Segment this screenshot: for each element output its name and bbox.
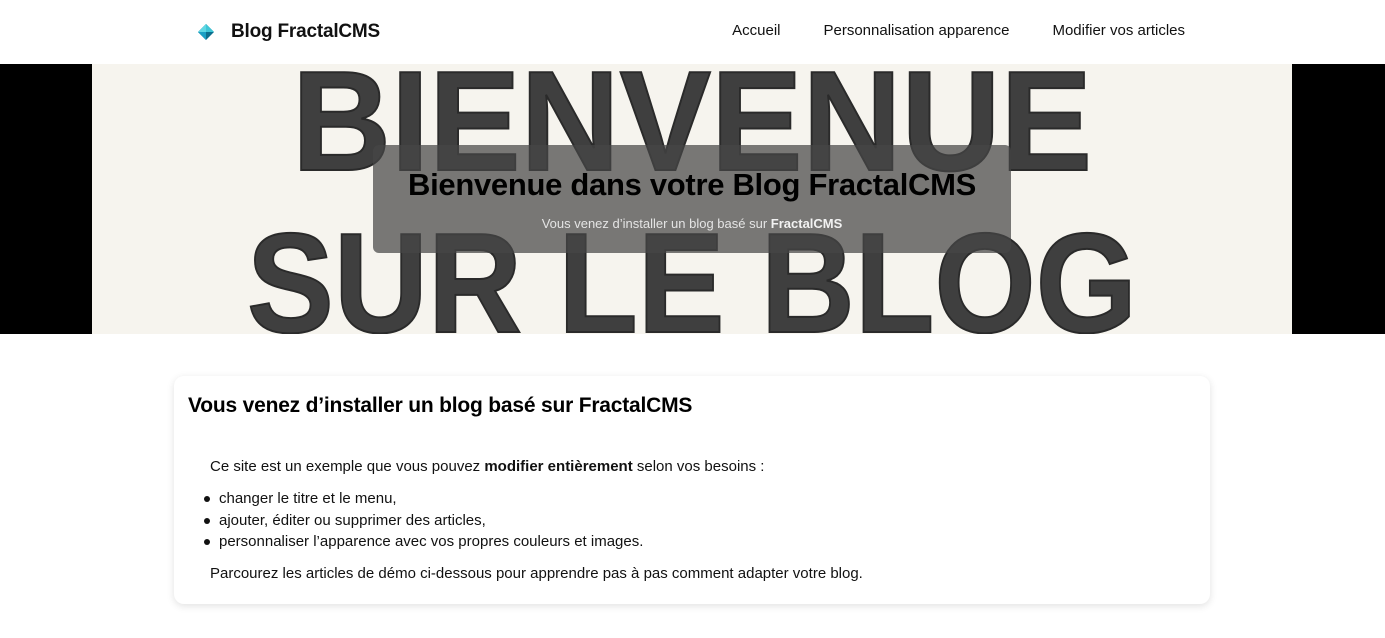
list-item: ajouter, éditer ou supprimer des article… [204, 510, 1190, 532]
card-outro: Parcourez les articles de démo ci-dessou… [210, 564, 863, 582]
brand-link[interactable]: Blog FractalCMS [196, 18, 380, 46]
list-item: changer le titre et le menu, [204, 488, 1190, 510]
list-item: personnaliser l’apparence avec vos propr… [204, 531, 1190, 553]
nav-link-accueil[interactable]: Accueil [732, 22, 780, 39]
intro-card: Vous venez d’installer un blog basé sur … [174, 376, 1210, 604]
navbar: Blog FractalCMS Accueil Personnalisation… [0, 0, 1385, 64]
card-intro-prefix: Ce site est un exemple que vous pouvez [210, 458, 485, 475]
card-intro-strong: modifier entièrement [484, 458, 633, 475]
nav-link-personnalisation[interactable]: Personnalisation apparence [823, 22, 1009, 39]
brand-name: Blog FractalCMS [231, 21, 381, 42]
hero-subtitle-strong: FractalCMS [770, 216, 843, 231]
hero-title: Bienvenue dans votre Blog FractalCMS [408, 167, 976, 202]
hero-banner: BIENVENUE SUR LE BLOG Bienvenue dans vot… [0, 64, 1385, 334]
card-intro-suffix: selon vos besoins : [632, 458, 765, 475]
nav-link-modifier-articles[interactable]: Modifier vos articles [1052, 22, 1185, 39]
card-title: Vous venez d’installer un blog basé sur … [188, 394, 693, 417]
hero-subtitle-text: Vous venez d’installer un blog basé sur [541, 216, 771, 231]
card-intro: Ce site est un exemple que vous pouvez m… [210, 458, 1190, 476]
main-nav: Accueil Personnalisation apparence Modif… [732, 22, 1185, 39]
hero-subtitle: Vous venez d’installer un blog basé sur … [373, 216, 1011, 231]
card-body: Ce site est un exemple que vous pouvez m… [204, 458, 1190, 583]
card-list: changer le titre et le menu, ajouter, éd… [204, 488, 1190, 553]
fractal-diamond-icon [196, 22, 216, 42]
hero-overlay: Bienvenue dans votre Blog FractalCMS Vou… [373, 145, 1011, 253]
